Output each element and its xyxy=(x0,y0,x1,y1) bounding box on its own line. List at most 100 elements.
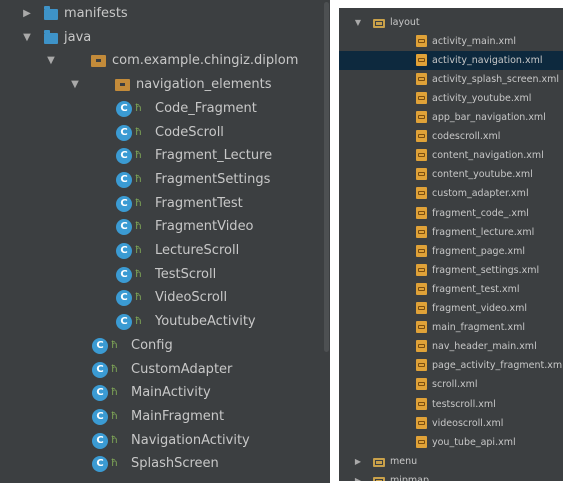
tree-item-fragment-lecture[interactable]: Cħ Fragment_Lecture xyxy=(0,144,330,168)
res-item-content-youtube-xml[interactable]: content_youtube.xml xyxy=(339,165,563,184)
tree-item-label: MainFragment xyxy=(131,408,225,424)
access-lock-icon: ħ xyxy=(135,292,142,304)
tree-item-navigationactivity[interactable]: Cħ NavigationActivity xyxy=(0,429,330,453)
tree-item-label: CodeScroll xyxy=(155,124,224,140)
expand-arrow-icon[interactable]: ▼ xyxy=(46,49,56,73)
res-item-app-bar-navigation-xml[interactable]: app_bar_navigation.xml xyxy=(339,108,563,127)
res-item-main-fragment-xml[interactable]: main_fragment.xml xyxy=(339,318,563,337)
tree-item-label: SplashScreen xyxy=(131,456,219,472)
tree-item-codescroll[interactable]: Cħ CodeScroll xyxy=(0,121,330,145)
expand-arrow-icon[interactable]: ▼ xyxy=(70,73,80,97)
xml-file-icon xyxy=(416,397,427,410)
tree-item-label: TestScroll xyxy=(155,266,217,282)
res-item-fragment-test-xml[interactable]: fragment_test.xml xyxy=(339,280,563,299)
res-item-layout[interactable]: ▼ layout xyxy=(339,13,563,32)
xml-file-icon xyxy=(416,34,427,47)
access-lock-icon: ħ xyxy=(135,221,142,233)
tree-item-manifests[interactable]: ▶ manifests xyxy=(0,2,330,26)
xml-file-icon xyxy=(416,282,427,295)
tree-item-fragmentvideo[interactable]: Cħ FragmentVideo xyxy=(0,215,330,239)
res-item-you-tube-api-xml[interactable]: you_tube_api.xml xyxy=(339,433,563,452)
res-item-label: app_bar_navigation.xml xyxy=(432,112,546,123)
res-item-activity-youtube-xml[interactable]: activity_youtube.xml xyxy=(339,89,563,108)
collapse-arrow-icon[interactable]: ▶ xyxy=(353,471,363,481)
access-lock-icon: ħ xyxy=(135,102,142,114)
access-lock-icon: ħ xyxy=(135,126,142,138)
xml-file-icon xyxy=(416,149,427,162)
res-item-page-activity-fragment-xml[interactable]: page_activity_fragment.xml xyxy=(339,356,563,375)
xml-file-icon xyxy=(416,168,427,181)
res-item-fragment-lecture-xml[interactable]: fragment_lecture.xml xyxy=(339,223,563,242)
tree-item-label: Config xyxy=(131,337,173,353)
xml-file-icon xyxy=(416,302,427,314)
res-item-nav-header-main-xml[interactable]: nav_header_main.xml xyxy=(339,337,563,356)
tree-item-config[interactable]: Cħ Config xyxy=(0,334,330,358)
expand-arrow-icon[interactable]: ▼ xyxy=(22,26,32,50)
access-lock-icon: ħ xyxy=(135,245,142,256)
folder-icon xyxy=(44,29,58,44)
res-item-label: activity_main.xml xyxy=(432,35,517,47)
res-folder-icon xyxy=(373,457,385,467)
res-item-activity-navigation-xml[interactable]: activity_navigation.xml xyxy=(339,50,563,70)
access-lock-icon: ħ xyxy=(135,268,142,280)
tree-item-mainfragment[interactable]: Cħ MainFragment xyxy=(0,405,330,429)
res-item-custom-adapter-xml[interactable]: custom_adapter.xml xyxy=(339,184,563,203)
res-item-label: scroll.xml xyxy=(432,379,478,391)
res-item-fragment-page-xml[interactable]: fragment_page.xml xyxy=(339,242,563,261)
tree-item-fragmentsettings[interactable]: Cħ FragmentSettings xyxy=(0,168,330,192)
tree-item-lecturescroll[interactable]: Cħ LectureScroll xyxy=(0,239,330,263)
res-item-activity-main-xml[interactable]: activity_main.xml xyxy=(339,32,563,51)
expand-arrow-icon[interactable]: ▼ xyxy=(353,13,363,32)
res-item-label: videoscroll.xml xyxy=(432,417,504,429)
xml-file-icon xyxy=(416,263,427,276)
tree-item-code-fragment[interactable]: Cħ Code_Fragment xyxy=(0,97,330,121)
tree-item-com-example-chingiz-diplom[interactable]: ▼ com.example.chingiz.diplom xyxy=(0,49,330,73)
java-class-icon: C xyxy=(116,148,132,165)
tree-item-testscroll[interactable]: Cħ TestScroll xyxy=(0,263,330,287)
res-item-content-navigation-xml[interactable]: content_navigation.xml xyxy=(339,146,563,165)
access-lock-icon: ħ xyxy=(111,410,118,422)
res-item-fragment-settings-xml[interactable]: fragment_settings.xml xyxy=(339,261,563,280)
res-item-label: you_tube_api.xml xyxy=(432,436,516,448)
res-folder-icon xyxy=(373,18,385,28)
res-item-label: activity_splash_screen.xml xyxy=(432,73,560,85)
collapse-arrow-icon[interactable]: ▶ xyxy=(22,2,32,26)
tree-item-mainactivity[interactable]: Cħ MainActivity xyxy=(0,381,330,405)
java-class-icon: C xyxy=(92,337,108,354)
collapse-arrow-icon[interactable]: ▶ xyxy=(353,452,363,471)
res-item-activity-splash-screen-xml[interactable]: activity_splash_screen.xml xyxy=(339,70,563,89)
tree-item-customadapter[interactable]: Cħ CustomAdapter xyxy=(0,358,330,382)
res-item-label: fragment_code_.xml xyxy=(432,207,529,219)
tree-item-label: YoutubeActivity xyxy=(155,314,256,330)
res-item-label: main_fragment.xml xyxy=(432,322,525,334)
res-item-mipmap[interactable]: ▶ mipmap xyxy=(339,471,563,481)
tree-item-label: com.example.chingiz.diplom xyxy=(112,53,299,69)
tree-item-splashscreen[interactable]: Cħ SplashScreen xyxy=(0,452,330,476)
res-item-fragment-video-xml[interactable]: fragment_video.xml xyxy=(339,299,563,318)
java-class-icon: C xyxy=(116,100,132,117)
tree-item-label: java xyxy=(64,29,92,45)
tree-item-youtubeactivity[interactable]: Cħ YoutubeActivity xyxy=(0,310,330,334)
tree-item-java[interactable]: ▼ java xyxy=(0,26,330,50)
tree-item-label: manifests xyxy=(64,6,128,21)
tree-item-videoscroll[interactable]: Cħ VideoScroll xyxy=(0,286,330,310)
tree-item-navigation-elements[interactable]: ▼ navigation_elements xyxy=(0,73,330,97)
tree-item-label: MainActivity xyxy=(131,385,211,401)
res-item-label: activity_youtube.xml xyxy=(432,92,532,104)
res-item-menu[interactable]: ▶ menu xyxy=(339,452,563,471)
tree-item-label: FragmentVideo xyxy=(155,219,254,235)
res-item-testscroll-xml[interactable]: testscroll.xml xyxy=(339,395,563,414)
access-lock-icon: ħ xyxy=(111,339,118,351)
res-item-codescroll-xml[interactable]: codescroll.xml xyxy=(339,127,563,146)
tree-item-label: FragmentTest xyxy=(155,195,243,211)
tree-item-label: VideoScroll xyxy=(155,290,228,306)
res-item-label: activity_navigation.xml xyxy=(432,54,543,66)
res-item-videoscroll-xml[interactable]: videoscroll.xml xyxy=(339,414,563,433)
res-item-label: layout xyxy=(390,16,420,28)
res-item-label: fragment_video.xml xyxy=(432,303,528,314)
tree-item-fragmenttest[interactable]: Cħ FragmentTest xyxy=(0,192,330,216)
res-item-fragment-code-xml[interactable]: fragment_code_.xml xyxy=(339,204,563,223)
xml-file-icon xyxy=(416,225,427,238)
res-item-scroll-xml[interactable]: scroll.xml xyxy=(339,375,563,394)
java-class-icon: C xyxy=(92,385,108,402)
